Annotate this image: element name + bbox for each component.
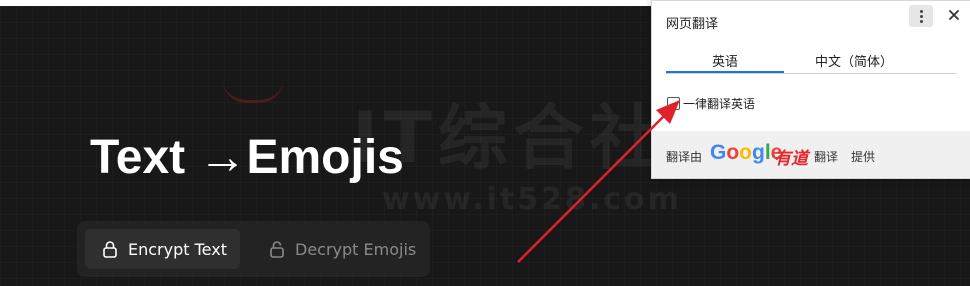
always-translate-checkbox[interactable] — [667, 96, 680, 110]
google-logo: Google — [710, 141, 783, 164]
encrypt-text-label: Encrypt Text — [128, 239, 227, 259]
language-tabs: 英语 中文（简体） — [666, 49, 956, 74]
translate-popup: 网页翻译 英语 中文（简体） 一律翻译英语 翻译由 Google 有道 翻译 提… — [651, 0, 970, 179]
tab-chinese-simplified[interactable]: 中文（简体） — [784, 49, 924, 71]
encrypt-text-button[interactable]: Encrypt Text — [85, 229, 240, 269]
close-button[interactable] — [945, 6, 963, 24]
always-translate-label: 一律翻译英语 — [683, 96, 756, 111]
more-vert-icon — [919, 9, 923, 13]
more-options-button[interactable] — [909, 5, 933, 27]
decrypt-emojis-label: Decrypt Emojis — [295, 239, 417, 259]
smile-decoration — [222, 78, 284, 103]
watermark-url: www.it528.com — [382, 182, 682, 217]
popup-footer: 翻译由 Google 有道 翻译 提供 — [652, 131, 970, 178]
unlock-icon — [268, 240, 286, 258]
hero-title: Text →Emojis — [90, 131, 404, 184]
footer-prefix: 翻译由 — [666, 150, 703, 164]
lock-icon — [101, 240, 119, 258]
footer-suffix: 提供 — [851, 150, 876, 164]
footer-fanyi: 翻译 — [814, 150, 839, 164]
decrypt-emojis-button[interactable]: Decrypt Emojis — [252, 229, 422, 269]
close-icon — [949, 10, 959, 20]
tab-english[interactable]: 英语 — [666, 49, 784, 73]
mode-switch: Encrypt Text Decrypt Emojis — [77, 221, 430, 277]
popup-title: 网页翻译 — [666, 17, 719, 32]
youdao-logo: 有道 — [774, 149, 808, 168]
always-translate-row[interactable]: 一律翻译英语 — [667, 95, 755, 111]
